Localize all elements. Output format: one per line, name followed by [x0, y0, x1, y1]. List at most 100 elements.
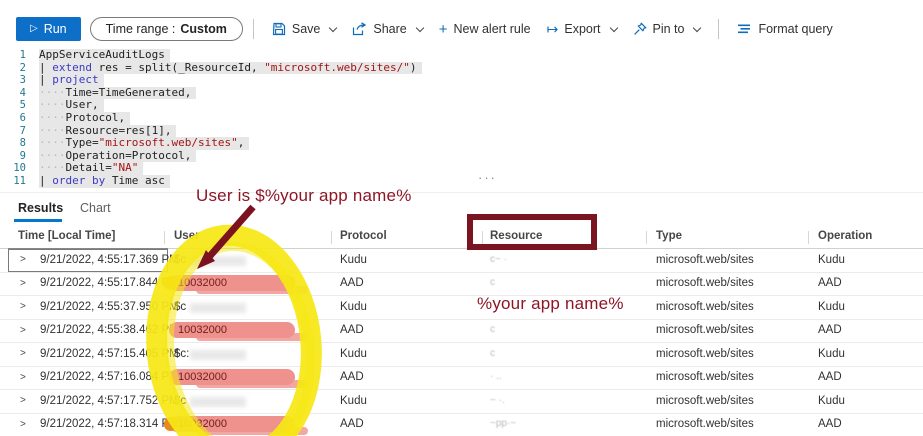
pink-redaction-streak — [196, 427, 308, 435]
type-cell: microsoft.web/sites — [656, 347, 754, 360]
tab-results[interactable]: Results — [18, 201, 63, 215]
pink-redaction-streak — [196, 286, 308, 294]
column-header-time-local-time[interactable]: Time [Local Time] — [18, 230, 115, 242]
time-cell: 9/21/2022, 4:55:17.844 PM — [40, 277, 179, 289]
plus-icon: + — [438, 20, 448, 38]
pane-splitter-handle[interactable]: ··· — [478, 170, 497, 185]
share-button-label: Share — [373, 22, 407, 36]
pin-to-button[interactable]: Pin to — [625, 18, 709, 40]
play-icon: ▷ — [30, 23, 38, 34]
pink-redaction-streak — [196, 380, 308, 388]
table-row[interactable]: >9/21/2022, 4:55:38.462 PM 10032000 AAD c mi… — [0, 320, 923, 343]
format-lines-icon — [737, 23, 752, 35]
toolbar-divider — [718, 19, 720, 39]
line-number: 1 — [19, 49, 26, 61]
type-cell: microsoft.web/sites — [656, 277, 754, 289]
table-row[interactable]: >9/21/2022, 4:57:17.752 PM $c Kudu ~ ·. micr… — [0, 390, 923, 414]
time-cell: 9/21/2022, 4:55:17.369 PM — [40, 253, 179, 266]
table-row[interactable]: >9/21/2022, 4:55:17.369 PM $c Kudu c~ · micr… — [0, 249, 923, 273]
column-separator[interactable] — [164, 231, 165, 244]
user-cell: $c — [174, 394, 246, 407]
resource-cell-redacted: · .. — [490, 371, 502, 382]
chevron-down-icon — [415, 23, 424, 32]
operation-cell: Kudu — [818, 300, 845, 313]
column-header-user[interactable]: User — [174, 230, 200, 242]
blur-redaction-smudge — [190, 255, 246, 266]
line-number: 4 — [19, 86, 26, 99]
column-separator[interactable] — [646, 231, 647, 244]
expand-row-chevron-icon[interactable]: > — [20, 278, 26, 289]
line-number: 3 — [19, 74, 26, 87]
expand-row-chevron-icon[interactable]: > — [20, 372, 26, 383]
user-cell: $c — [174, 300, 246, 313]
code-line[interactable]: 2 | extend res = split(_ResourceId, "micr… — [0, 61, 923, 75]
user-value: $c — [174, 253, 187, 266]
run-button[interactable]: ▷ Run — [16, 17, 81, 41]
expand-row-chevron-icon[interactable]: > — [20, 325, 26, 336]
chevron-down-icon — [693, 23, 702, 32]
results-pane: Results Chart Time [Local Time] User Proto… — [0, 192, 923, 436]
user-cell: $c — [174, 253, 246, 266]
column-separator[interactable] — [808, 231, 809, 244]
resource-cell-redacted: c — [490, 324, 495, 335]
operation-cell: AAD — [818, 418, 842, 430]
resource-cell-redacted: c — [490, 347, 495, 359]
blur-redaction-smudge — [190, 396, 246, 407]
time-range-picker[interactable]: Time range : Custom — [89, 17, 243, 41]
column-header-protocol[interactable]: Protocol — [340, 230, 387, 242]
new-alert-rule-button[interactable]: + New alert rule — [431, 18, 539, 41]
expand-row-chevron-icon[interactable]: > — [20, 419, 26, 430]
orange-redaction-dot — [164, 276, 178, 290]
expand-row-chevron-icon[interactable]: > — [20, 254, 26, 265]
time-cell: 9/21/2022, 4:57:18.314 PM — [40, 418, 179, 430]
share-button[interactable]: Share — [344, 18, 430, 40]
user-annotation-text: User is $%your app name% — [196, 186, 412, 205]
table-row[interactable]: >9/21/2022, 4:57:16.084 PM 10032000 AAD · .… — [0, 367, 923, 390]
column-header-operation[interactable]: Operation — [818, 230, 872, 242]
export-button[interactable]: ↦ Export — [539, 18, 625, 40]
chevron-down-icon — [329, 23, 338, 32]
table-row[interactable]: >9/21/2022, 4:55:37.950 PM $c Kudu microsof… — [0, 296, 923, 320]
blur-redaction-smudge — [190, 349, 246, 360]
expand-row-chevron-icon[interactable]: > — [20, 301, 26, 312]
format-query-button[interactable]: Format query — [729, 18, 840, 40]
code-line[interactable]: 11 | order by Time asc — [0, 174, 923, 188]
code-line[interactable]: 5 ····User, — [0, 99, 923, 112]
column-separator[interactable] — [331, 231, 332, 244]
orange-redaction-dot — [164, 417, 178, 431]
time-cell: 9/21/2022, 4:55:38.462 PM — [40, 324, 179, 336]
table-row[interactable]: >9/21/2022, 4:55:17.844 PM 10032000 AAD c mi… — [0, 273, 923, 296]
column-header-type[interactable]: Type — [656, 230, 682, 242]
export-arrow-icon: ↦ — [546, 21, 559, 37]
line-number: 9 — [19, 149, 26, 162]
tab-chart[interactable]: Chart — [80, 201, 111, 215]
expand-row-chevron-icon[interactable]: > — [20, 395, 26, 406]
format-query-label: Format query — [758, 22, 833, 36]
operation-cell: Kudu — [818, 347, 845, 360]
export-button-label: Export — [564, 22, 601, 36]
type-cell: microsoft.web/sites — [656, 418, 754, 430]
save-icon — [272, 22, 286, 36]
pink-redaction-streak — [196, 333, 308, 341]
user-value: $c — [174, 300, 187, 313]
code-line[interactable]: 4 ····Time=TimeGenerated, — [0, 86, 923, 100]
user-value: $c — [174, 394, 187, 407]
time-range-label: Time range : — [105, 22, 176, 36]
code-line[interactable]: 9 ····Operation=Protocol, — [0, 149, 923, 163]
type-cell: microsoft.web/sites — [656, 300, 754, 313]
time-cell: 9/21/2022, 4:55:37.950 PM — [40, 300, 179, 313]
save-button[interactable]: Save — [264, 18, 345, 40]
protocol-cell: AAD — [340, 371, 364, 383]
protocol-cell: Kudu — [340, 300, 367, 313]
expand-row-chevron-icon[interactable]: > — [20, 348, 26, 359]
new-alert-rule-label: New alert rule — [453, 22, 531, 36]
table-row[interactable]: >9/21/2022, 4:57:18.314 PM 10032000 AAD ~pp… — [0, 414, 923, 436]
line-number: 5 — [19, 99, 26, 112]
table-row[interactable]: >9/21/2022, 4:57:15.405 PM $c: Kudu c micros… — [0, 343, 923, 367]
line-number: 7 — [19, 124, 26, 137]
type-cell: microsoft.web/sites — [656, 394, 754, 407]
kql-query-editor[interactable]: 1 AppServiceAuditLogs 2 | extend res = spli… — [0, 48, 923, 188]
pin-icon — [633, 22, 647, 36]
type-cell: microsoft.web/sites — [656, 324, 754, 336]
protocol-cell: AAD — [340, 324, 364, 336]
